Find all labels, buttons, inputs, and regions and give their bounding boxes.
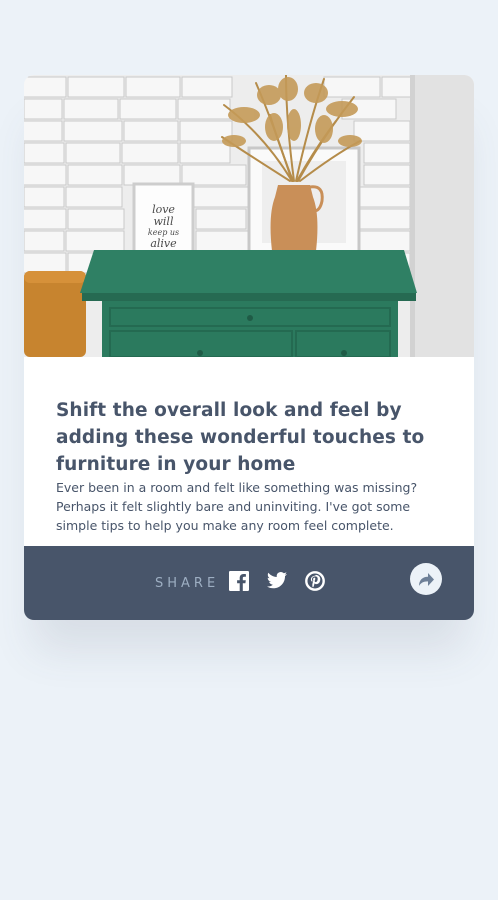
svg-text:alive: alive xyxy=(150,237,177,250)
article-description: Ever been in a room and felt like someth… xyxy=(56,480,418,533)
drawers-photo: love will keep us alive xyxy=(24,75,474,357)
share-bar: SHARE xyxy=(24,546,474,620)
pinterest-icon[interactable] xyxy=(305,571,325,591)
share-button[interactable] xyxy=(410,563,442,595)
facebook-icon[interactable] xyxy=(229,571,249,591)
article-text: Shift the overall look and feel by addin… xyxy=(56,397,448,535)
twitter-icon[interactable] xyxy=(267,572,287,589)
article-title: Shift the overall look and feel by addin… xyxy=(56,400,425,475)
share-arrow-icon xyxy=(418,572,434,586)
svg-text:will: will xyxy=(154,215,174,228)
article-card: love will keep us alive Shift the overal… xyxy=(24,75,474,620)
share-label: SHARE xyxy=(155,576,220,591)
svg-text:keep us: keep us xyxy=(148,228,179,237)
